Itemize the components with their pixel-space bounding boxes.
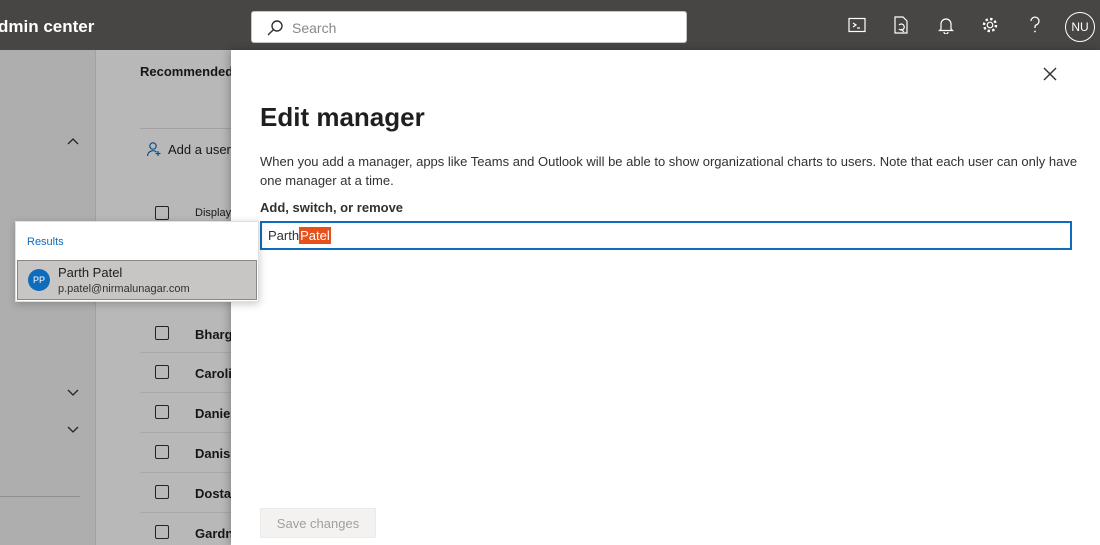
bell-icon[interactable]	[935, 14, 957, 36]
gear-icon[interactable]	[979, 14, 1001, 36]
search-icon	[267, 20, 283, 36]
edit-manager-panel: Edit manager When you add a manager, app…	[231, 50, 1100, 545]
input-selected-text: Patel	[299, 227, 331, 244]
result-email: p.patel@nirmalunagar.com	[58, 283, 190, 295]
avatar: PP	[28, 269, 50, 291]
result-name: Parth Patel	[58, 265, 123, 280]
user-avatar[interactable]: NU	[1065, 12, 1095, 42]
close-icon[interactable]	[1041, 65, 1059, 83]
result-item-parth-patel[interactable]: PP Parth Patel p.patel@nirmalunagar.com	[17, 260, 257, 300]
panel-description: When you add a manager, apps like Teams …	[260, 154, 1078, 188]
manager-search-input[interactable]: ParthPatel	[260, 221, 1072, 250]
app-title: dmin center	[0, 17, 95, 36]
search-input[interactable]	[292, 17, 672, 39]
input-typed-text: Parth	[268, 228, 300, 243]
help-icon[interactable]	[1024, 14, 1046, 36]
results-dropdown: Results PP Parth Patel p.patel@nirmaluna…	[15, 221, 259, 302]
search-box[interactable]	[251, 11, 687, 43]
panel-title: Edit manager	[260, 102, 425, 132]
results-label: Results	[27, 236, 64, 248]
manager-field-label: Add, switch, or remove	[260, 200, 404, 215]
document-sync-icon[interactable]	[890, 14, 912, 36]
save-changes-button[interactable]: Save changes	[260, 508, 376, 538]
terminal-icon[interactable]	[846, 14, 868, 36]
top-header: dmin center NU	[0, 0, 1100, 50]
